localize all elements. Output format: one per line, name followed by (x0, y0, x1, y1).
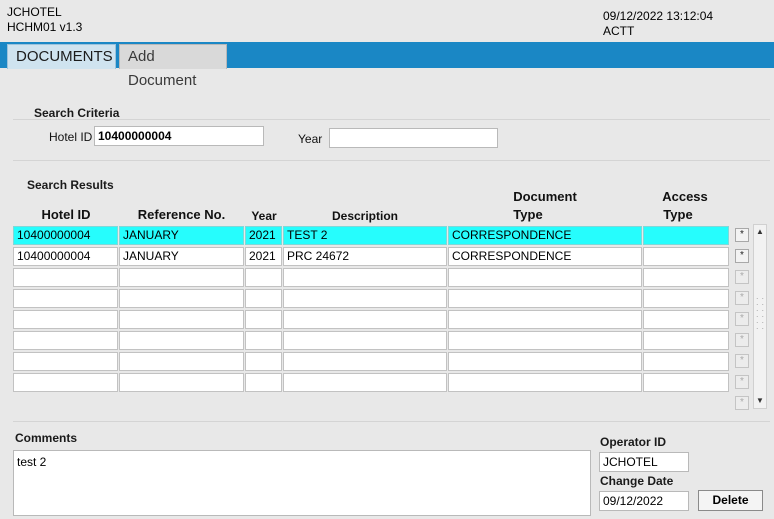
search-results-title: Search Results (27, 178, 114, 192)
col-header-description: Description (331, 209, 398, 223)
cell-reference-no[interactable] (119, 373, 244, 392)
cell-document-type[interactable] (448, 352, 642, 371)
cell-access-type[interactable] (643, 373, 729, 392)
col-header-hotel-id: Hotel ID (41, 207, 91, 222)
cell-year[interactable] (245, 331, 282, 350)
cell-description[interactable] (283, 310, 447, 329)
results-comments-divider (13, 421, 770, 422)
hotel-id-search-input[interactable]: 10400000004 (94, 126, 264, 146)
row-select-button[interactable]: * (735, 312, 749, 326)
delete-button[interactable]: Delete (698, 490, 763, 511)
cell-reference-no[interactable] (119, 310, 244, 329)
search-criteria-title: Search Criteria (34, 106, 120, 120)
app-header: JCHOTEL HCHM01 v1.3 09/12/2022 13:12:04 … (0, 0, 774, 42)
cell-description[interactable] (283, 373, 447, 392)
cell-reference-no[interactable] (119, 268, 244, 287)
cell-document-type[interactable]: CORRESPONDENCE (448, 247, 642, 266)
cell-hotel-id[interactable] (13, 331, 118, 350)
change-date-field[interactable]: 09/12/2022 (599, 491, 689, 511)
comments-textarea[interactable]: test 2 (13, 450, 591, 516)
cell-reference-no[interactable]: JANUARY (119, 247, 244, 266)
hotel-id-label: Hotel ID (49, 130, 93, 144)
cell-description[interactable] (283, 289, 447, 308)
col-header-access-type-line1: Access (662, 189, 708, 204)
cell-description[interactable] (283, 352, 447, 371)
cell-description[interactable] (283, 331, 447, 350)
cell-document-type[interactable]: CORRESPONDENCE (448, 226, 642, 245)
row-select-button[interactable]: * (735, 333, 749, 347)
cell-year[interactable] (245, 373, 282, 392)
cell-description[interactable]: TEST 2 (283, 226, 447, 245)
cell-hotel-id[interactable] (13, 373, 118, 392)
cell-access-type[interactable] (643, 352, 729, 371)
scroll-up-arrow-icon[interactable]: ▲ (754, 225, 766, 239)
cell-access-type[interactable] (643, 268, 729, 287)
operator-id-label: Operator ID (600, 435, 667, 449)
row-select-button[interactable]: * (735, 396, 749, 410)
year-label: Year (298, 132, 323, 146)
year-search-input[interactable] (329, 128, 498, 148)
results-scrollbar[interactable]: ▲ · · · · · · · · · · · · ▼ (753, 224, 767, 409)
cell-year[interactable]: 2021 (245, 247, 282, 266)
cell-description[interactable]: PRC 24672 (283, 247, 447, 266)
col-header-document-type-line2: Type (513, 207, 543, 222)
cell-document-type[interactable] (448, 331, 642, 350)
col-header-year: Year (251, 209, 277, 223)
cell-document-type[interactable] (448, 289, 642, 308)
cell-hotel-id[interactable]: 10400000004 (13, 226, 118, 245)
cell-description[interactable] (283, 268, 447, 287)
cell-access-type[interactable] (643, 331, 729, 350)
change-date-label: Change Date (600, 474, 674, 488)
scroll-down-arrow-icon[interactable]: ▼ (754, 394, 766, 408)
cell-year[interactable] (245, 268, 282, 287)
cell-document-type[interactable] (448, 373, 642, 392)
cell-access-type[interactable] (643, 289, 729, 308)
cell-document-type[interactable] (448, 310, 642, 329)
tab-documents[interactable]: DOCUMENTS (7, 44, 116, 69)
cell-access-type[interactable] (643, 310, 729, 329)
cell-hotel-id[interactable] (13, 289, 118, 308)
session-info: 09/12/2022 13:12:04 ACTT (603, 9, 713, 39)
search-criteria-divider (13, 119, 770, 120)
cell-hotel-id[interactable] (13, 352, 118, 371)
app-info: JCHOTEL HCHM01 v1.3 (7, 5, 82, 35)
cell-reference-no[interactable] (119, 352, 244, 371)
operator-id-field[interactable]: JCHOTEL (599, 452, 689, 472)
cell-year[interactable] (245, 289, 282, 308)
tab-add-document[interactable]: Add Document (119, 44, 227, 89)
cell-hotel-id[interactable]: 10400000004 (13, 247, 118, 266)
cell-year[interactable] (245, 310, 282, 329)
row-select-button[interactable]: * (735, 354, 749, 368)
cell-hotel-id[interactable] (13, 310, 118, 329)
cell-hotel-id[interactable] (13, 268, 118, 287)
cell-document-type[interactable] (448, 268, 642, 287)
cell-access-type[interactable] (643, 247, 729, 266)
col-header-access-type-line2: Type (663, 207, 693, 222)
col-header-document-type-line1: Document (513, 189, 577, 204)
cell-access-type[interactable] (643, 226, 729, 245)
comments-label: Comments (15, 431, 78, 445)
row-select-button[interactable]: * (735, 249, 749, 263)
cell-reference-no[interactable] (119, 289, 244, 308)
criteria-results-divider (13, 160, 770, 161)
cell-reference-no[interactable] (119, 331, 244, 350)
col-header-reference-no: Reference No. (137, 207, 226, 222)
current-user: ACTT (603, 24, 635, 38)
row-select-button[interactable]: * (735, 270, 749, 284)
current-datetime: 09/12/2022 13:12:04 (603, 9, 714, 23)
cell-year[interactable] (245, 352, 282, 371)
row-select-button[interactable]: * (735, 228, 749, 242)
row-select-button[interactable]: * (735, 375, 749, 389)
module-version: HCHM01 v1.3 (7, 20, 83, 34)
scroll-grip-icon[interactable]: · · · · · · · · · · · · (755, 294, 765, 339)
cell-year[interactable]: 2021 (245, 226, 282, 245)
cell-reference-no[interactable]: JANUARY (119, 226, 244, 245)
row-select-button[interactable]: * (735, 291, 749, 305)
app-name: JCHOTEL (7, 5, 62, 19)
tab-bar: DOCUMENTS Add Document (0, 42, 774, 89)
